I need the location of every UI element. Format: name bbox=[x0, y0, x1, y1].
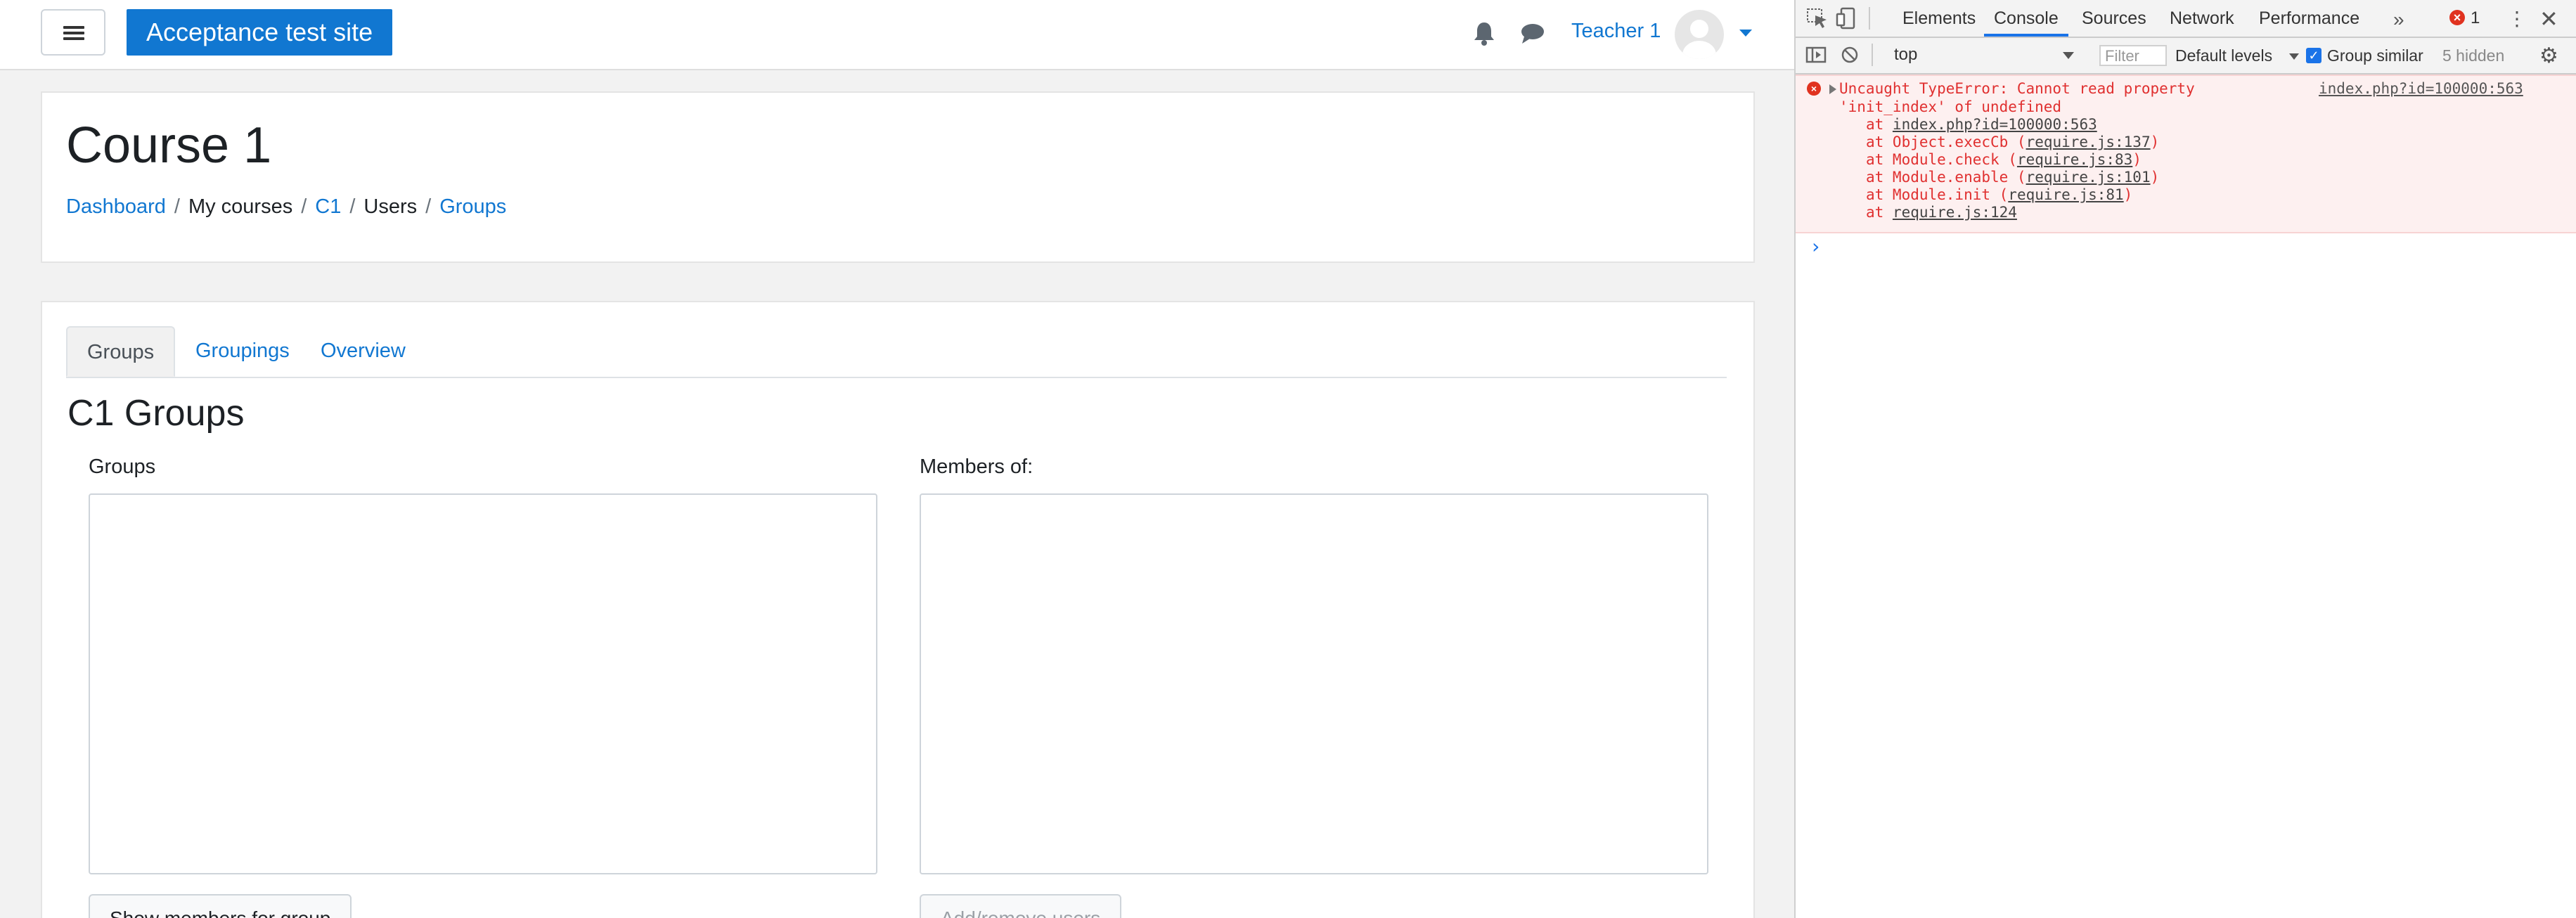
error-count[interactable]: 1 bbox=[2471, 8, 2480, 28]
error-count-icon[interactable]: × bbox=[2449, 10, 2465, 25]
hidden-messages-count: 5 hidden bbox=[2442, 46, 2505, 65]
breadcrumb-dashboard[interactable]: Dashboard bbox=[66, 195, 166, 218]
moodle-page: Acceptance test site Teacher 1 Course 1 … bbox=[0, 0, 1794, 918]
groups-heading: C1 Groups bbox=[67, 393, 245, 434]
device-toolbar-icon[interactable] bbox=[1835, 7, 1859, 30]
log-levels-dropdown[interactable]: Default levels bbox=[2175, 46, 2272, 65]
devtools-tabbar: Elements Console Sources Network Perform… bbox=[1796, 0, 2576, 38]
stack-suffix: ) bbox=[2150, 169, 2160, 186]
tab-groups[interactable]: Groups bbox=[66, 326, 176, 377]
breadcrumb-separator: / bbox=[349, 195, 356, 218]
expand-triangle-icon[interactable] bbox=[1829, 84, 1836, 94]
console-settings-gear-icon[interactable]: ⚙ bbox=[2539, 44, 2558, 68]
stack-link[interactable]: require.js:81 bbox=[2008, 186, 2123, 203]
tab-groupings[interactable]: Groupings bbox=[176, 326, 309, 377]
stack-prefix: at Module.check ( bbox=[1866, 151, 2017, 168]
hamburger-icon bbox=[63, 26, 84, 40]
messages-chat-icon[interactable] bbox=[1520, 22, 1545, 45]
page-title: Course 1 bbox=[66, 117, 272, 174]
group-similar-checkbox[interactable]: ✓ bbox=[2306, 48, 2321, 63]
groups-select-list[interactable] bbox=[89, 493, 877, 874]
groups-label: Groups bbox=[89, 455, 156, 478]
devtools-panel: Elements Console Sources Network Perform… bbox=[1796, 0, 2576, 918]
show-members-button[interactable]: Show members for group bbox=[89, 894, 352, 918]
tab-overview[interactable]: Overview bbox=[301, 326, 425, 377]
devtools-menu-icon[interactable]: ⋮ bbox=[2507, 7, 2527, 30]
devtools-tab-elements[interactable]: Elements bbox=[1893, 0, 1985, 37]
nav-drawer-toggle-button[interactable] bbox=[41, 9, 105, 56]
group-similar-label[interactable]: Group similar bbox=[2327, 46, 2423, 65]
context-selector[interactable]: top bbox=[1888, 44, 2063, 66]
error-source-link[interactable]: index.php?id=100000:563 bbox=[2319, 80, 2523, 98]
breadcrumb-separator: / bbox=[301, 195, 307, 218]
stack-prefix: at Object.execCb ( bbox=[1866, 134, 2026, 150]
console-filter-input[interactable]: Filter bbox=[2099, 45, 2167, 66]
stack-prefix: at Module.enable ( bbox=[1866, 169, 2026, 186]
stack-suffix: ) bbox=[2132, 151, 2142, 168]
stack-frame: at Module.init (require.js:81) bbox=[1866, 186, 2132, 205]
stack-prefix: at bbox=[1866, 116, 1893, 133]
breadcrumb-separator: / bbox=[425, 195, 432, 218]
toolbar-separator bbox=[1869, 7, 1870, 30]
stack-prefix: at Module.init ( bbox=[1866, 186, 2009, 203]
console-prompt[interactable]: › bbox=[1810, 235, 1822, 258]
breadcrumb-c1[interactable]: C1 bbox=[315, 195, 341, 218]
levels-dropdown-icon[interactable] bbox=[2289, 53, 2299, 60]
close-devtools-icon[interactable]: ✕ bbox=[2539, 6, 2558, 32]
console-error-message: × Uncaught TypeError: Cannot read proper… bbox=[1796, 75, 2576, 233]
devtools-tab-sources[interactable]: Sources bbox=[2072, 0, 2156, 37]
devtools-tab-console[interactable]: Console bbox=[1984, 0, 2068, 37]
breadcrumb-separator: / bbox=[174, 195, 180, 218]
top-navbar: Acceptance test site Teacher 1 bbox=[0, 0, 1794, 70]
user-avatar[interactable] bbox=[1675, 10, 1724, 59]
stack-suffix: ) bbox=[2150, 134, 2160, 150]
error-line-2: 'init_index' of undefined bbox=[1839, 98, 2062, 115]
breadcrumb: Dashboard / My courses / C1 / Users / Groups bbox=[66, 195, 506, 219]
console-toolbar: top Filter Default levels ✓ Group simila… bbox=[1796, 38, 2576, 75]
error-icon: × bbox=[1807, 82, 1821, 96]
stack-link[interactable]: index.php?id=100000:563 bbox=[1893, 116, 2097, 133]
stack-frame: at Module.enable (require.js:101) bbox=[1866, 169, 2159, 187]
stack-link[interactable]: require.js:137 bbox=[2026, 134, 2151, 150]
error-text: Uncaught TypeError: Cannot read property… bbox=[1839, 80, 2195, 116]
devtools-tab-performance[interactable]: Performance bbox=[2249, 0, 2369, 37]
site-name-link[interactable]: Acceptance test site bbox=[127, 9, 393, 56]
stack-link[interactable]: require.js:83 bbox=[2017, 151, 2132, 168]
show-sidebar-icon[interactable] bbox=[1804, 44, 1828, 66]
breadcrumb-users: Users bbox=[363, 195, 418, 218]
stack-link[interactable]: require.js:124 bbox=[1893, 204, 2017, 221]
devtools-tab-network[interactable]: Network bbox=[2160, 0, 2244, 37]
stack-frame: at index.php?id=100000:563 bbox=[1866, 116, 2097, 134]
page-header: Course 1 Dashboard / My courses / C1 / Users / G… bbox=[41, 91, 1755, 263]
breadcrumb-my-courses: My courses bbox=[188, 195, 293, 218]
group-tabs: Groups Groupings Overview bbox=[66, 326, 1727, 378]
user-menu-name[interactable]: Teacher 1 bbox=[1571, 20, 1661, 43]
error-line-1: Uncaught TypeError: Cannot read property bbox=[1839, 80, 2195, 97]
notifications-bell-icon[interactable] bbox=[1472, 21, 1496, 46]
members-select-list[interactable] bbox=[920, 493, 1708, 874]
stack-frame: at Module.check (require.js:83) bbox=[1866, 151, 2142, 169]
main-content: Groups Groupings Overview C1 Groups Grou… bbox=[41, 301, 1755, 918]
more-tabs-icon[interactable]: » bbox=[2393, 8, 2404, 31]
inspect-element-icon[interactable] bbox=[1805, 7, 1829, 30]
stack-frame: at require.js:124 bbox=[1866, 204, 2017, 222]
members-label: Members of: bbox=[920, 455, 1033, 478]
clear-console-icon[interactable] bbox=[1838, 44, 1862, 66]
stack-suffix: ) bbox=[2123, 186, 2133, 203]
add-remove-users-button[interactable]: Add/remove users bbox=[920, 894, 1122, 918]
stack-frame: at Object.execCb (require.js:137) bbox=[1866, 134, 2159, 152]
stack-prefix: at bbox=[1866, 204, 1893, 221]
context-dropdown-icon[interactable] bbox=[2063, 52, 2074, 59]
default-user-icon bbox=[1682, 20, 1716, 59]
breadcrumb-groups[interactable]: Groups bbox=[439, 195, 506, 218]
stack-link[interactable]: require.js:101 bbox=[2026, 169, 2151, 186]
user-menu-caret-icon[interactable] bbox=[1739, 30, 1752, 37]
toolbar-separator bbox=[1872, 44, 1873, 66]
